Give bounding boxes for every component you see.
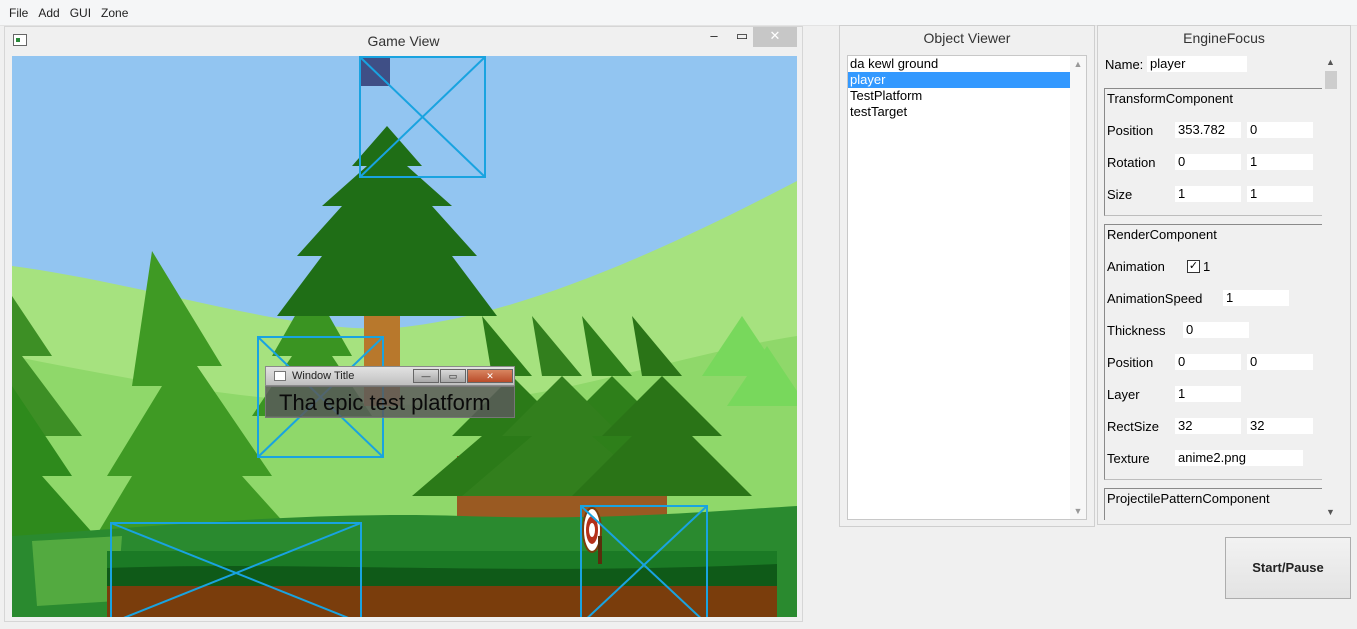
rotation-label: Rotation xyxy=(1107,155,1156,170)
engine-focus-panel: EngineFocus Name: player TransformCompon… xyxy=(1097,25,1351,525)
chevron-down-icon[interactable]: ▼ xyxy=(1322,504,1339,520)
chevron-down-icon[interactable]: ▼ xyxy=(1070,503,1086,519)
position-y-field[interactable]: 0 xyxy=(1247,122,1313,138)
layer-label: Layer xyxy=(1107,387,1140,402)
list-item[interactable]: testTarget xyxy=(848,104,1071,120)
menu-bar: File Add GUI Zone xyxy=(0,0,1357,26)
transform-header: TransformComponent xyxy=(1107,91,1233,106)
minimize-button[interactable]: – xyxy=(701,27,727,47)
mini-minimize-button[interactable]: — xyxy=(413,369,439,383)
render-header: RenderComponent xyxy=(1107,227,1217,242)
menu-file[interactable]: File xyxy=(4,4,33,22)
menu-add[interactable]: Add xyxy=(33,4,64,22)
game-view-window: Game View – ▭ ✕ Window Title — ▭ ✕ Tha e… xyxy=(4,26,803,622)
texture-field[interactable]: anime2.png xyxy=(1175,450,1303,466)
animation-speed-field[interactable]: 1 xyxy=(1223,290,1289,306)
layer-field[interactable]: 1 xyxy=(1175,386,1241,402)
transform-component-group: TransformComponent Position 353.782 0 Ro… xyxy=(1104,88,1328,216)
animation-speed-label: AnimationSpeed xyxy=(1107,291,1203,306)
render-position-x-field[interactable]: 0 xyxy=(1175,354,1241,370)
window-icon xyxy=(274,371,286,381)
mini-window-titlebar[interactable]: Window Title — ▭ ✕ xyxy=(265,366,515,386)
rectsize-y-field[interactable]: 32 xyxy=(1247,418,1313,434)
object-viewer-panel: Object Viewer da kewl ground player Test… xyxy=(839,25,1095,527)
list-item[interactable]: da kewl ground xyxy=(848,56,1071,72)
object-viewer-title: Object Viewer xyxy=(923,30,1011,46)
render-position-label: Position xyxy=(1107,355,1154,370)
start-pause-button[interactable]: Start/Pause xyxy=(1225,537,1351,599)
mini-window-text: Tha epic test platform xyxy=(279,390,491,415)
rectsize-label: RectSize xyxy=(1107,419,1160,434)
mini-window-title: Window Title xyxy=(292,370,355,382)
render-component-group: RenderComponent Animation ✓ 1 AnimationS… xyxy=(1104,224,1328,480)
name-label: Name: xyxy=(1105,57,1144,72)
render-position-y-field[interactable]: 0 xyxy=(1247,354,1313,370)
mini-maximize-button[interactable]: ▭ xyxy=(440,369,466,383)
mini-window[interactable]: Window Title — ▭ ✕ Tha epic test platfor… xyxy=(265,366,515,426)
menu-zone[interactable]: Zone xyxy=(96,4,133,22)
texture-label: Texture xyxy=(1107,451,1150,466)
chevron-up-icon[interactable]: ▲ xyxy=(1070,56,1086,72)
animation-label: Animation xyxy=(1107,259,1165,274)
name-field[interactable]: player xyxy=(1147,56,1247,72)
inspector-scrollbar[interactable]: ▲ ▼ xyxy=(1322,54,1339,520)
mini-close-button[interactable]: ✕ xyxy=(467,369,513,383)
projectile-component-group: ProjectilePatternComponent xyxy=(1104,488,1328,520)
object-list-scrollbar[interactable]: ▲ ▼ xyxy=(1070,56,1086,519)
inspector-content: Name: player TransformComponent Position… xyxy=(1103,54,1344,520)
scene-render xyxy=(12,56,797,617)
thickness-label: Thickness xyxy=(1107,323,1166,338)
position-x-field[interactable]: 353.782 xyxy=(1175,122,1241,138)
projectile-header: ProjectilePatternComponent xyxy=(1107,491,1270,506)
size-x-field[interactable]: 1 xyxy=(1175,186,1241,202)
maximize-button[interactable]: ▭ xyxy=(729,27,755,47)
list-item-selected[interactable]: player xyxy=(848,72,1071,88)
scroll-thumb[interactable] xyxy=(1325,71,1337,89)
game-view-title: Game View xyxy=(367,33,440,49)
game-scene[interactable]: Window Title — ▭ ✕ Tha epic test platfor… xyxy=(12,56,797,617)
position-label: Position xyxy=(1107,123,1154,138)
ground-dirt xyxy=(107,586,777,617)
mini-window-body: Tha epic test platform xyxy=(265,386,515,418)
engine-focus-title: EngineFocus xyxy=(1183,30,1265,46)
chevron-up-icon[interactable]: ▲ xyxy=(1322,54,1339,70)
close-button[interactable]: ✕ xyxy=(753,27,797,47)
size-y-field[interactable]: 1 xyxy=(1247,186,1313,202)
size-label: Size xyxy=(1107,187,1133,202)
list-item[interactable]: TestPlatform xyxy=(848,88,1071,104)
thickness-field[interactable]: 0 xyxy=(1183,322,1249,338)
animation-checkbox[interactable]: ✓ xyxy=(1187,260,1200,273)
object-list[interactable]: da kewl ground player TestPlatform testT… xyxy=(847,55,1087,520)
rotation-b-field[interactable]: 1 xyxy=(1247,154,1313,170)
menu-gui[interactable]: GUI xyxy=(65,4,96,22)
animation-value: 1 xyxy=(1203,259,1211,274)
rectsize-x-field[interactable]: 32 xyxy=(1175,418,1241,434)
rotation-a-field[interactable]: 0 xyxy=(1175,154,1241,170)
